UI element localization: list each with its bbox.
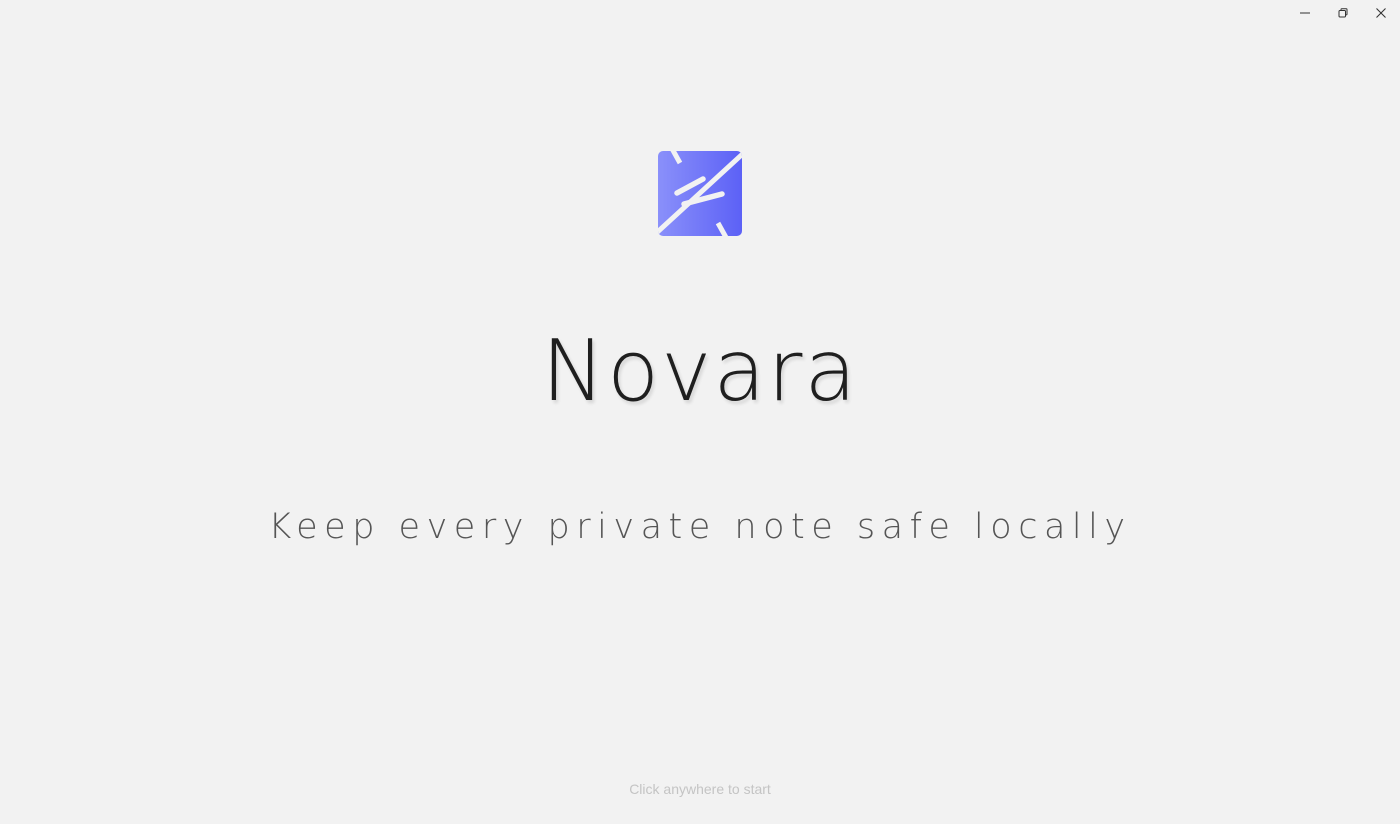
close-icon (1376, 8, 1386, 18)
window-controls (1286, 0, 1400, 26)
restore-icon (1338, 8, 1348, 18)
minimize-icon (1300, 12, 1310, 14)
close-button[interactable] (1362, 0, 1400, 26)
start-hint: Click anywhere to start (629, 781, 771, 797)
minimize-button[interactable] (1286, 0, 1324, 26)
splash-screen[interactable]: Novara Keep every private note safe loca… (0, 0, 1400, 824)
novara-logo-icon (658, 151, 742, 236)
app-title: Novara (541, 322, 859, 421)
restore-button[interactable] (1324, 0, 1362, 26)
tagline: Keep every private note safe locally (268, 507, 1132, 547)
